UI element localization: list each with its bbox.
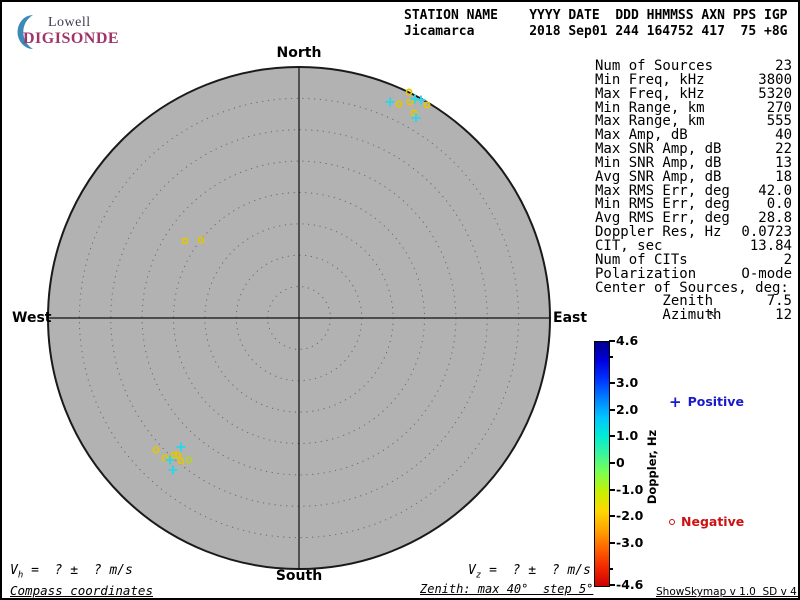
- colorbar-tick: [609, 515, 615, 518]
- legend-positive: + Positive: [669, 394, 744, 409]
- label-east: East: [553, 310, 588, 326]
- colorbar-tick-label: 1.0: [616, 428, 639, 444]
- label-north: North: [276, 45, 322, 61]
- colorbar-tick: [609, 488, 615, 491]
- parameter-row: Azimuth 12: [595, 307, 792, 324]
- colorbar-tick: [609, 382, 615, 385]
- colorbar-tick: [609, 568, 613, 571]
- logo-lowell-text: Lowell: [48, 15, 91, 30]
- colorbar-tick-label: -3.0: [616, 534, 644, 550]
- station-header: STATION NAME YYYY DATE DDD HHMMSS AXN PP…: [404, 8, 788, 39]
- colorbar-title: Doppler, Hz: [645, 429, 659, 505]
- colorbar-tick: [609, 408, 615, 411]
- colorbar-tick-label: 2.0: [616, 401, 639, 417]
- colorbar-tick-label: 0: [616, 455, 625, 470]
- legend-negative: Negative: [669, 514, 744, 529]
- vh-value: = ? ± ? m/s: [23, 563, 133, 578]
- colorbar-gradient: [594, 341, 610, 587]
- colorbar-tick-label: -2.0: [616, 508, 644, 524]
- mouse-cursor-icon: ↖: [708, 308, 719, 322]
- digisonde-logo: Lowell DIGISONDE: [10, 10, 120, 54]
- legend-negative-label: Negative: [681, 514, 745, 529]
- vh-readout: Vh = ? ± ? m/s: [10, 563, 133, 581]
- vz-value: = ? ± ? m/s: [481, 563, 591, 578]
- vz-symbol: V: [468, 563, 476, 578]
- label-west: West: [12, 310, 52, 326]
- header-values: Jicamarca 2018 Sep01 244 164752 417 75 +…: [404, 23, 788, 39]
- plus-marker-icon: +: [669, 392, 682, 411]
- colorbar-tick: [609, 541, 615, 544]
- colorbar-tick-label: 4.6: [616, 333, 639, 348]
- vz-readout: Vz = ? ± ? m/s: [468, 563, 591, 581]
- skymap-window: Lowell DIGISONDE STATION NAME YYYY DATE …: [0, 0, 800, 600]
- logo-digisonde-text: DIGISONDE: [23, 30, 120, 47]
- parameter-label: Azimuth: [595, 307, 722, 324]
- colorbar-tick: [609, 435, 615, 438]
- colorbar-tick: [609, 584, 615, 586]
- parameter-list: Num of Sources 23 Min Freq, kHz 3800 Max Fre…: [595, 59, 792, 324]
- doppler-colorbar: 4.6 3.0 2.0 1.0 0 -1.0 -2.0 -3.0 -4.6 Doppler, H…: [594, 334, 798, 592]
- zenith-range-note: Zenith: max 40° step 5°: [420, 582, 594, 596]
- colorbar-tick: [609, 355, 613, 358]
- colorbar-tick-label: -4.6: [616, 577, 644, 592]
- header-columns: STATION NAME YYYY DATE DDD HHMMSS AXN PP…: [404, 8, 788, 23]
- parameter-value: 12: [775, 307, 792, 324]
- version-text: ShowSkymap v 1.0 SD v 4.2: [656, 586, 800, 598]
- circle-marker-icon: [669, 518, 675, 525]
- colorbar-tick: [609, 340, 615, 342]
- legend-positive-label: Positive: [687, 394, 744, 409]
- colorbar-tick-label: -1.0: [616, 481, 644, 497]
- colorbar-tick: [609, 462, 615, 464]
- label-south: South: [275, 568, 323, 584]
- vh-symbol: V: [10, 563, 18, 578]
- coordinates-note: Compass coordinates: [10, 583, 153, 598]
- colorbar-tick-label: 3.0: [616, 375, 639, 391]
